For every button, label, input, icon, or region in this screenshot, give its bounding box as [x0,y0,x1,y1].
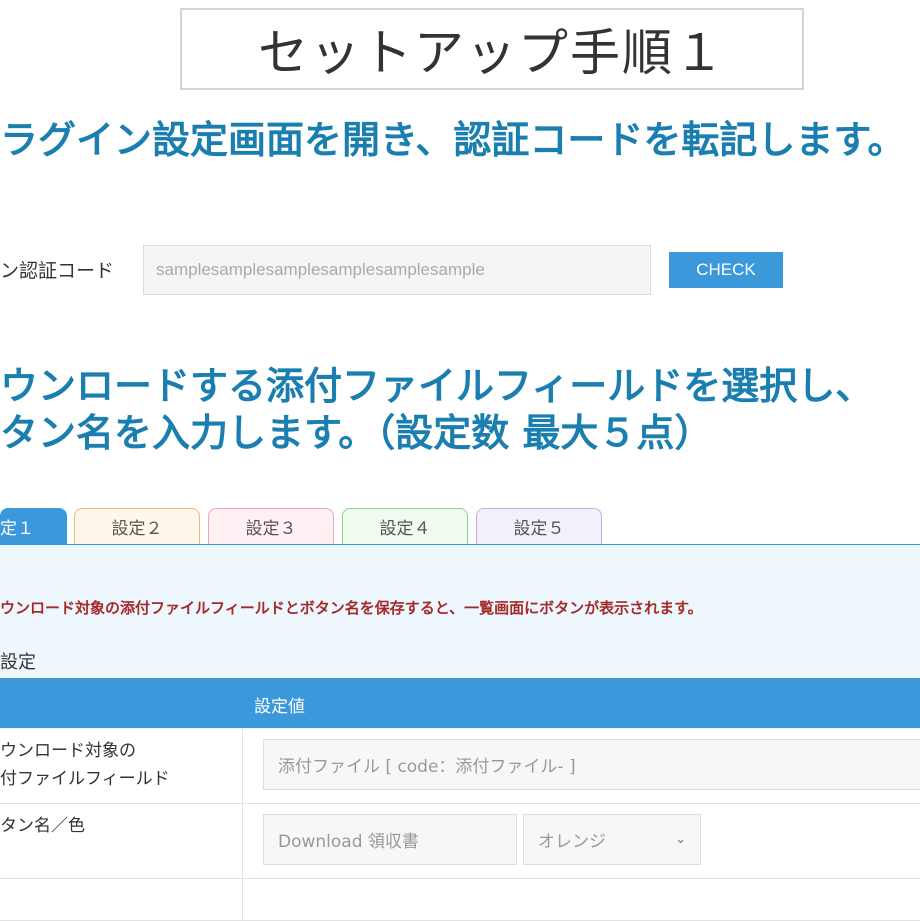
color-select[interactable]: オレンジ ⌄ [523,814,701,865]
tab-setting-2[interactable]: 設定２ [74,508,200,544]
step1-heading: ラグイン設定画面を開き、認証コードを転記します。 [0,118,906,162]
row-label-line: 付ファイルフィールド [0,769,170,789]
attachment-field-select[interactable]: 添付ファイル [ code：添付ファイル- ] [263,739,920,790]
row-label-attachment: ウンロード対象の 付ファイルフィールド [0,737,170,793]
step2-heading-line1: ウンロードする添付ファイルフィールドを選択し、 [0,364,874,408]
table-row: ウンロード対象の 付ファイルフィールド 添付ファイル [ code：添付ファイル… [0,729,920,804]
chevron-down-icon: ⌄ [675,832,686,847]
tab-setting-3[interactable]: 設定３ [208,508,334,544]
button-name-input[interactable]: Download 領収書 [263,814,517,865]
notice-text: ウンロード対象の添付ファイルフィールドとボタン名を保存すると、一覧画面にボタンが… [0,599,703,617]
tab-setting-5[interactable]: 設定５ [476,508,602,544]
table-row [0,879,920,921]
header-value-label: 設定値 [254,697,305,717]
column-divider [242,804,243,878]
row-label-button-color: タン名／色 [0,816,85,836]
row-label-line: ウンロード対象の [0,741,136,761]
check-button[interactable]: CHECK [669,252,783,288]
section-label: 設定 [0,652,36,673]
table-row: タン名／色 Download 領収書 オレンジ ⌄ [0,804,920,879]
tab-setting-1[interactable]: 定１ [0,508,67,544]
auth-code-label: ン認証コード [0,260,115,282]
color-select-value: オレンジ [538,832,606,852]
auth-code-input[interactable] [143,245,651,295]
column-divider [242,729,243,803]
table-header: 設定値 [0,678,920,728]
tab-setting-4[interactable]: 設定４ [342,508,468,544]
page-title: セットアップ手順１ [180,8,804,90]
step2-heading-line2: タン名を入力します。（設定数 最大５点） [0,411,713,455]
column-divider [242,879,243,920]
